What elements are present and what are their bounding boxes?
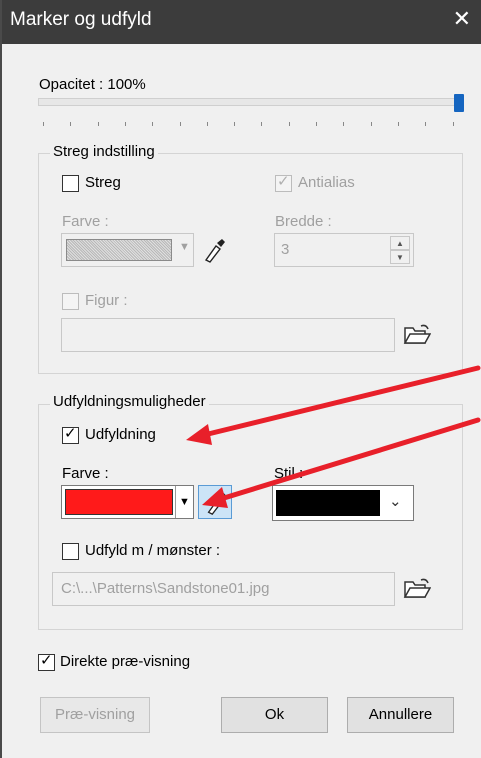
dialog-window: Marker og udfyld ✕ Opacitet : 100% Streg… (0, 0, 481, 758)
annotation-arrows (186, 365, 481, 508)
annotation-arrow-2 (221, 417, 481, 501)
annotation-arrow-1 (201, 365, 481, 438)
annotation-arrowhead-1 (186, 424, 212, 445)
annotation-arrowhead-2 (202, 487, 228, 508)
